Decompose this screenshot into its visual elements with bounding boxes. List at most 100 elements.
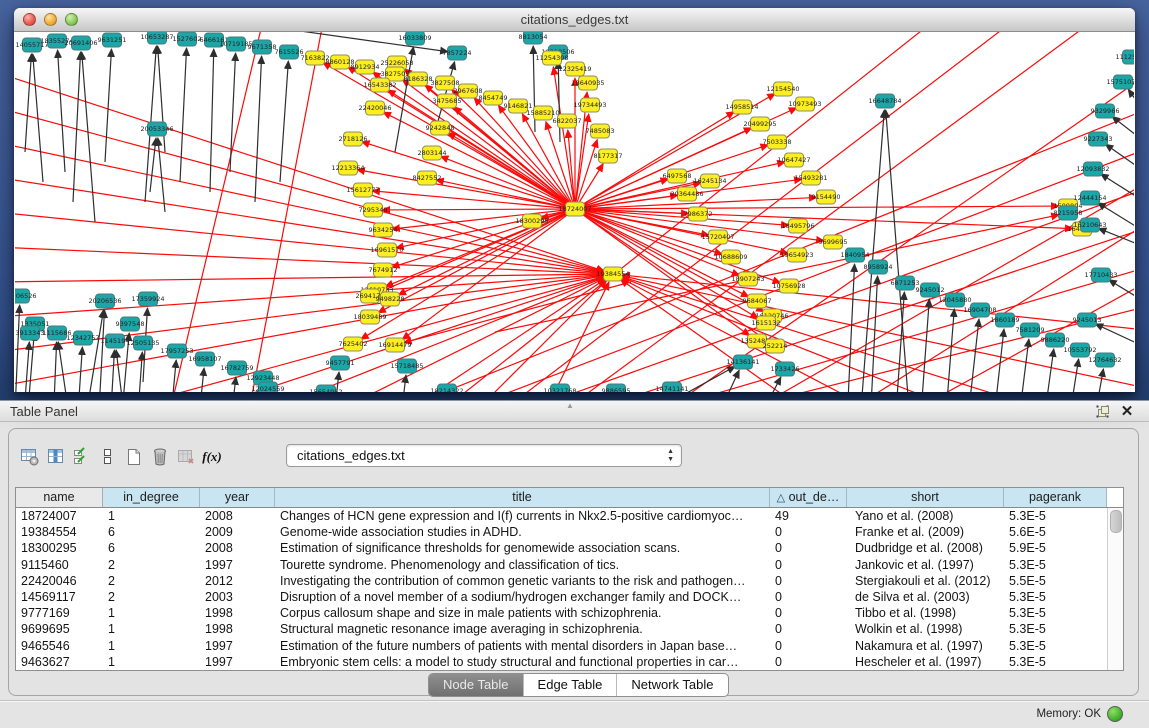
yellow-node-18640935[interactable]: 18640935	[571, 76, 604, 90]
yellow-node-7674912[interactable]: 7674912	[369, 263, 398, 277]
teal-node-11125431[interactable]: 11125431	[1115, 50, 1134, 64]
teal-node-9227343[interactable]: 9227343	[1084, 132, 1113, 146]
table-row[interactable]: 911546021997Tourette syndrome. Phenomeno…	[16, 557, 1123, 573]
teal-node-17359924[interactable]: 17359924	[131, 292, 164, 306]
yellow-node-15720407[interactable]: 15720407	[701, 230, 734, 244]
teal-node-12764632[interactable]: 12764632	[1088, 353, 1121, 367]
teal-node-7857224[interactable]: 7857224	[443, 46, 472, 60]
close-panel-icon[interactable]: ✕	[1119, 404, 1135, 420]
scrollbar-thumb[interactable]	[1110, 510, 1122, 533]
column-header-in_degree[interactable]: in_degree	[103, 488, 200, 507]
table-body[interactable]: 1872400712008Changes of HCN gene express…	[16, 508, 1123, 670]
teal-node-14741141[interactable]: 14741141	[655, 382, 688, 392]
delete-table-icon[interactable]	[147, 445, 173, 469]
yellow-node-18495796[interactable]: 18495796	[781, 219, 814, 233]
network-view-window[interactable]: citations_edges.txt 14055717183552742069…	[14, 8, 1135, 392]
yellow-node-9242848[interactable]: 9242848	[426, 121, 455, 135]
yellow-node-16961570[interactable]: 16961570	[370, 243, 403, 257]
tab-network-table[interactable]: Network Table	[617, 674, 727, 696]
teal-node-16648784[interactable]: 16648784	[868, 94, 901, 108]
network-canvas[interactable]: 1405571718355274206914069631251106532871…	[15, 32, 1134, 392]
table-row[interactable]: 1830029562008Estimation of significance …	[16, 540, 1123, 556]
table-row[interactable]: 1456911722003Disruption of a novel membe…	[16, 589, 1123, 605]
yellow-node-10647427[interactable]: 10647427	[777, 153, 810, 167]
yellow-node-22420046[interactable]: 22420046	[358, 101, 391, 115]
table-panel-titlebar[interactable]: ▲ Table Panel ✕	[0, 400, 1149, 422]
column-header-pagerank[interactable]: pagerank	[1004, 488, 1107, 507]
teal-node-12505135[interactable]: 12505135	[126, 336, 159, 350]
teal-node-9886220[interactable]: 9886220	[1041, 333, 1070, 347]
teal-node-1733426[interactable]: 1733426	[771, 362, 800, 376]
yellow-node-7625402[interactable]: 7625402	[339, 337, 368, 351]
column-header-name[interactable]: name	[16, 488, 103, 507]
teal-node-26206526[interactable]: 26206526	[15, 289, 37, 303]
teal-node-17710433[interactable]: 17710433	[1084, 268, 1117, 282]
teal-node-9631251[interactable]: 9631251	[98, 33, 127, 47]
teal-node-9245012[interactable]: 9245012	[916, 283, 945, 297]
yellow-node-9634254[interactable]: 9634254	[369, 223, 398, 237]
column-header-out_de[interactable]: △ out_de…	[770, 488, 847, 507]
close-window-icon[interactable]	[23, 13, 36, 26]
table-row[interactable]: 946554611997Estimation of the future num…	[16, 638, 1123, 654]
table-row[interactable]: 2242004622012Investigating the contribut…	[16, 573, 1123, 589]
teal-node-8813054[interactable]: 8813054	[519, 32, 548, 44]
teal-node-8958924[interactable]: 8958924	[864, 260, 893, 274]
citation-network-graph[interactable]: 1405571718355274206914069631251106532871…	[15, 32, 1134, 392]
yellow-node-2718126[interactable]: 2718126	[339, 132, 368, 146]
teal-node-16904708[interactable]: 16904708	[963, 303, 996, 317]
window-titlebar[interactable]: citations_edges.txt	[14, 8, 1135, 32]
teal-node-18214322[interactable]: 18214322	[430, 384, 463, 392]
teal-node-9886595[interactable]: 9886595	[602, 384, 631, 392]
table-settings-icon[interactable]	[17, 445, 43, 469]
table-row[interactable]: 977716911998Corpus callosum shape and si…	[16, 605, 1123, 621]
function-builder-icon[interactable]: f(x)	[199, 445, 225, 469]
teal-node-7581209[interactable]: 7581209	[1016, 323, 1045, 337]
column-header-title[interactable]: title	[275, 488, 770, 507]
teal-node-16782759[interactable]: 16782759	[220, 361, 253, 375]
column-header-short[interactable]: short	[847, 488, 1004, 507]
table-row[interactable]: 1938455462009Genome-wide association stu…	[16, 524, 1123, 540]
teal-node-1860189[interactable]: 1860189	[991, 313, 1020, 327]
yellow-node-7485083[interactable]: 7485083	[586, 124, 615, 138]
table-header-row[interactable]: namein_degreeyeartitle△ out_de…shortpage…	[16, 488, 1123, 508]
teal-node-9329966[interactable]: 9329966	[1091, 104, 1120, 118]
yellow-node-9699695[interactable]: 9699695	[819, 235, 848, 249]
memory-ok-indicator-icon[interactable]	[1107, 706, 1123, 722]
yellow-node-15493281[interactable]: 15493281	[794, 171, 827, 185]
vertical-scrollbar[interactable]	[1107, 508, 1123, 670]
yellow-node-10688609[interactable]: 10688609	[714, 250, 747, 264]
teal-node-20206536[interactable]: 20206536	[88, 294, 121, 308]
yellow-node-12154540[interactable]: 12154540	[766, 82, 799, 96]
column-header-year[interactable]: year	[200, 488, 275, 507]
yellow-node-2803144[interactable]: 2803144	[418, 146, 447, 160]
yellow-node-6497568[interactable]: 6497568	[663, 169, 692, 183]
yellow-node-252214[interactable]: 252214	[763, 339, 788, 353]
minimize-window-icon[interactable]	[44, 13, 57, 26]
table-row[interactable]: 969969511998Structural magnetic resonanc…	[16, 621, 1123, 637]
zoom-window-icon[interactable]	[65, 13, 78, 26]
yellow-node-19654923[interactable]: 19654923	[780, 248, 813, 262]
yellow-node-14958514[interactable]: 14958514	[725, 100, 758, 114]
pane-divider-grip[interactable]: ▲	[566, 402, 574, 410]
new-table-icon[interactable]	[121, 445, 147, 469]
teal-node-10553792[interactable]: 10553792	[1063, 343, 1096, 357]
yellow-node-7295348[interactable]: 7295348	[359, 203, 388, 217]
unselect-rows-icon[interactable]	[95, 445, 121, 469]
float-window-icon[interactable]	[1095, 404, 1111, 420]
yellow-node-20364486[interactable]: 20364486	[670, 187, 703, 201]
teal-node-20053346[interactable]: 20053346	[140, 122, 173, 136]
node-table[interactable]: namein_degreeyeartitle△ out_de…shortpage…	[15, 487, 1124, 671]
yellow-node-8427552[interactable]: 8427552	[413, 171, 442, 185]
teal-node-10653287[interactable]: 10653287	[140, 32, 173, 44]
teal-node-1527602[interactable]: 1527602	[173, 32, 202, 46]
teal-node-7615526[interactable]: 7615526	[275, 45, 304, 59]
teal-node-10321768[interactable]: 10321768	[543, 384, 576, 392]
table-column-select-icon[interactable]	[43, 445, 69, 469]
yellow-node-15612777[interactable]: 15612777	[346, 183, 379, 197]
tab-edge-table[interactable]: Edge Table	[524, 674, 618, 696]
yellow-node-12325419[interactable]: 12325419	[558, 62, 591, 76]
teal-node-15751074[interactable]: 15751074	[1106, 75, 1134, 89]
yellow-node-8177317[interactable]: 8177317	[594, 149, 623, 163]
select-all-checks-icon[interactable]	[69, 445, 95, 469]
yellow-node-12213364[interactable]: 12213364	[331, 161, 364, 175]
